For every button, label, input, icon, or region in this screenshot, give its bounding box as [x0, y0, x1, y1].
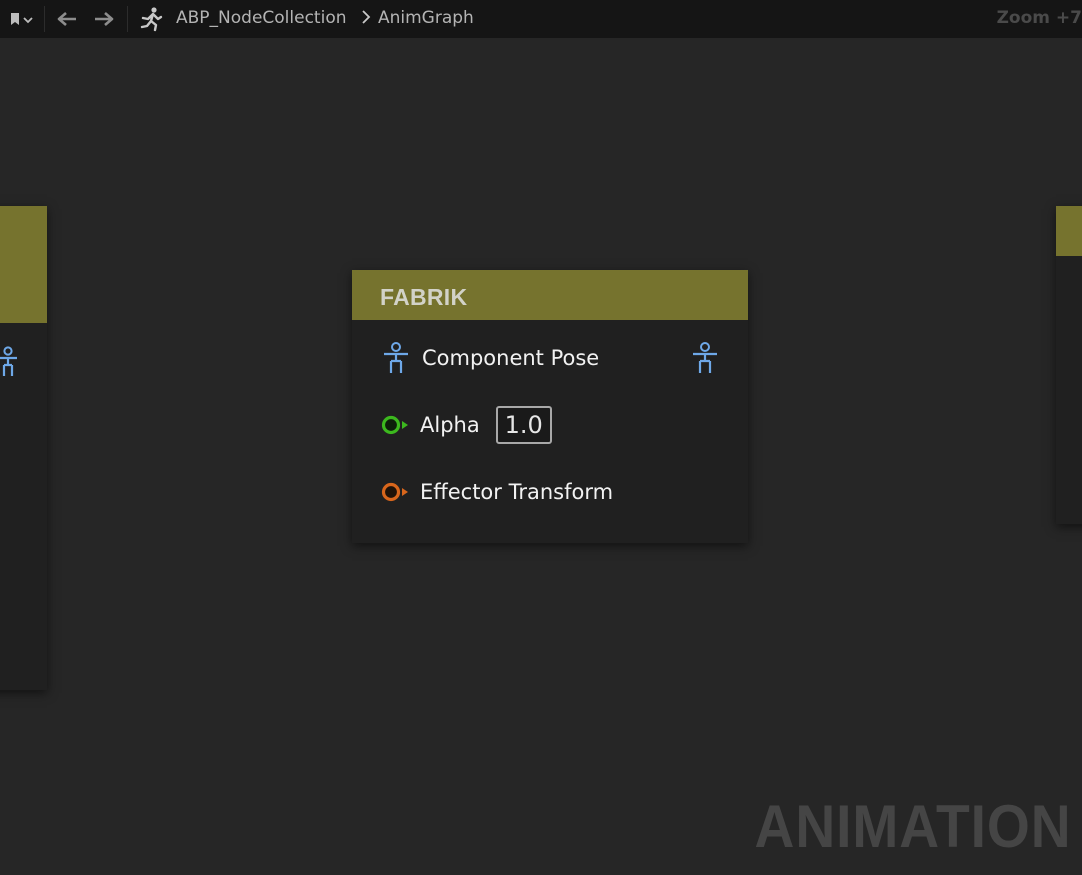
node-title: FABRIK: [380, 284, 468, 310]
graph-type-watermark: ANIMATION: [755, 793, 1072, 860]
pin-label: Effector Transform: [420, 480, 614, 504]
pose-pin-icon[interactable]: [382, 341, 410, 375]
fabrik-node[interactable]: FABRIK Component Pose Alpha 1.0 Effector…: [352, 270, 748, 543]
toolbar-divider: [127, 6, 128, 32]
zoom-level: Zoom +7: [996, 8, 1082, 28]
pose-pin-icon[interactable]: [691, 341, 719, 375]
pose-pin-icon[interactable]: [0, 346, 18, 378]
arrow-left-icon: [57, 12, 76, 26]
arrow-right-icon: [95, 12, 114, 26]
graph-toolbar: ABP_NodeCollection AnimGraph Zoom +7: [0, 0, 1082, 38]
anim-graph-editor: ABP_NodeCollection AnimGraph Zoom +7 FAB…: [0, 0, 1082, 875]
float-pin-icon[interactable]: [380, 414, 410, 436]
alpha-value-input[interactable]: 1.0: [495, 406, 552, 444]
transform-pin-icon[interactable]: [380, 481, 410, 503]
breadcrumb-graph[interactable]: AnimGraph: [378, 0, 474, 38]
back-button[interactable]: [52, 0, 82, 38]
running-man-icon: [140, 7, 163, 32]
alpha-input-pin[interactable]: Alpha 1.0: [380, 405, 552, 445]
bookmark-icon: [11, 13, 33, 25]
toolbar-divider: [44, 6, 45, 32]
graph-node-partial-right[interactable]: [1056, 206, 1082, 524]
effector-transform-input-pin[interactable]: Effector Transform: [380, 480, 613, 504]
pin-label: Alpha: [420, 413, 480, 437]
chevron-right-icon: [362, 9, 371, 24]
forward-button[interactable]: [89, 0, 119, 38]
component-pose-output-pin[interactable]: [691, 341, 719, 379]
pin-label: Component Pose: [422, 346, 600, 370]
node-header[interactable]: FABRIK: [352, 270, 748, 320]
node-header: [1056, 206, 1082, 256]
anim-blueprint-asset-icon: [136, 0, 166, 38]
breadcrumb-asset[interactable]: ABP_NodeCollection: [176, 0, 347, 38]
graph-node-partial-left[interactable]: [0, 206, 47, 690]
component-pose-input-pin[interactable]: Component Pose: [382, 339, 599, 377]
breadcrumb-separator: [361, 0, 371, 38]
node-header: [0, 206, 47, 323]
bookmark-button[interactable]: [4, 0, 40, 38]
graph-canvas[interactable]: FABRIK Component Pose Alpha 1.0 Effector…: [0, 38, 1082, 875]
